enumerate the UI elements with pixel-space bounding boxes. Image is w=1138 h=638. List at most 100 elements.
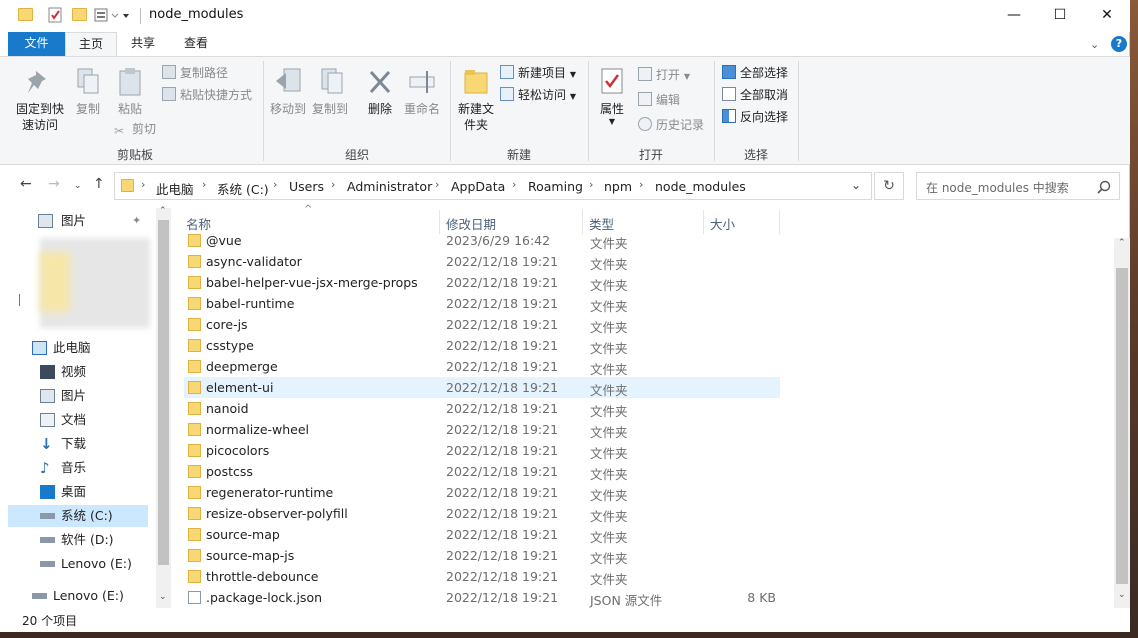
column-divider[interactable] — [582, 210, 583, 234]
back-button[interactable]: ← — [20, 176, 32, 192]
nav-item-music[interactable]: ♪ 音乐 — [8, 457, 148, 479]
refresh-button[interactable]: ↻ — [874, 172, 904, 200]
search-input[interactable]: 在 node_modules 中搜索 — [926, 179, 1069, 196]
minimize-button[interactable]: — — [991, 0, 1037, 32]
file-row[interactable]: throttle-debounce 2022/12/18 19:21 文件夹 — [184, 566, 780, 587]
scroll-up-icon[interactable]: ⌃ — [159, 206, 167, 216]
rename-button[interactable]: 重命名 — [402, 67, 442, 117]
history-button[interactable]: 历史记录 — [638, 115, 704, 135]
file-row[interactable]: picocolors 2022/12/18 19:21 文件夹 — [184, 440, 780, 461]
invert-selection-button[interactable]: 反向选择 — [722, 107, 788, 127]
open-button[interactable]: 打开 ▼ — [638, 65, 690, 85]
scroll-down-icon[interactable]: ⌄ — [159, 592, 167, 602]
breadcrumb-this-pc[interactable]: 此电脑 — [156, 179, 194, 198]
breadcrumb-appdata[interactable]: AppData — [451, 179, 505, 194]
breadcrumb-users[interactable]: Users — [289, 179, 324, 194]
list-scroll-thumb[interactable] — [1116, 268, 1128, 584]
column-header-name[interactable]: 名称 — [186, 214, 211, 233]
file-row[interactable]: deepmerge 2022/12/18 19:21 文件夹 — [184, 356, 780, 377]
nav-item-this-pc[interactable]: 此电脑 — [8, 337, 148, 359]
column-divider[interactable] — [779, 210, 780, 234]
easy-access-button[interactable]: 轻松访问 ▼ — [500, 85, 576, 105]
pin-quick-access-button[interactable]: 固定到快速访问 — [12, 67, 68, 133]
file-row[interactable]: nanoid 2022/12/18 19:21 文件夹 — [184, 398, 780, 419]
file-row[interactable]: csstype 2022/12/18 19:21 文件夹 — [184, 335, 780, 356]
nav-item-drive-e-network[interactable]: Lenovo (E:) — [8, 585, 148, 607]
breadcrumb-npm[interactable]: npm — [604, 179, 632, 194]
nav-item-pictures[interactable]: 图片 — [8, 385, 148, 407]
delete-button[interactable]: 删除 — [362, 67, 398, 117]
file-row[interactable]: .package-lock.json 2022/12/18 19:21 JSON 源… — [184, 587, 780, 608]
select-all-button[interactable]: 全部选择 — [722, 63, 788, 83]
nav-scrollbar[interactable]: ⌃ ⌄ — [156, 206, 171, 608]
file-row[interactable]: element-ui 2022/12/18 19:21 文件夹 — [184, 377, 780, 398]
column-divider[interactable] — [439, 210, 440, 234]
copy-path-button[interactable]: 复制路径 — [162, 63, 228, 83]
address-bar[interactable]: › 此电脑 › 系统 (C:) › Users › Administrator … — [114, 172, 872, 200]
list-scrollbar[interactable]: ⌃ ⌄ — [1114, 238, 1130, 608]
breadcrumb-administrator[interactable]: Administrator — [347, 179, 432, 194]
up-button[interactable]: ↑ — [93, 176, 105, 192]
nav-item-videos[interactable]: 视频 — [8, 361, 148, 383]
column-header-type[interactable]: 类型 — [589, 214, 614, 233]
move-to-button[interactable]: 移动到 — [268, 67, 308, 117]
nav-item-desktop[interactable]: 桌面 — [8, 481, 148, 503]
tab-share[interactable]: 共享 — [118, 32, 168, 56]
edit-button[interactable]: 编辑 — [638, 90, 680, 110]
column-header-size[interactable]: 大小 — [710, 214, 735, 233]
nav-item-documents[interactable]: 文档 — [8, 409, 148, 431]
pin-icon[interactable]: ✦ — [132, 210, 141, 232]
file-row[interactable]: source-map-js 2022/12/18 19:21 文件夹 — [184, 545, 780, 566]
file-row[interactable]: postcss 2022/12/18 19:21 文件夹 — [184, 461, 780, 482]
nav-scroll-thumb[interactable] — [158, 220, 169, 565]
file-row[interactable]: babel-helper-vue-jsx-merge-props 2022/12/… — [184, 272, 780, 293]
nav-item-drive-d[interactable]: 软件 (D:) — [8, 529, 148, 551]
file-type: 文件夹 — [590, 278, 628, 293]
file-row[interactable]: resize-observer-polyfill 2022/12/18 19:21… — [184, 503, 780, 524]
breadcrumb-drive-c[interactable]: 系统 (C:) — [217, 179, 269, 198]
column-divider[interactable] — [703, 210, 704, 234]
properties-label: 属性 — [599, 102, 624, 116]
file-name: .package-lock.json — [206, 590, 323, 605]
nav-item-drive-c[interactable]: 系统 (C:) — [8, 505, 148, 527]
copy-to-button[interactable]: 复制到 — [310, 67, 350, 117]
nav-item-drive-e[interactable]: Lenovo (E:) — [8, 553, 148, 575]
nav-item-pictures-pinned[interactable]: 图片 ✦ — [8, 210, 148, 232]
forward-button[interactable]: → — [48, 176, 60, 192]
address-dropdown-icon[interactable]: ⌄ — [851, 178, 861, 192]
tab-file[interactable]: 文件 — [8, 32, 65, 56]
new-folder-button[interactable]: 新建文件夹 — [454, 67, 498, 133]
file-row[interactable]: core-js 2022/12/18 19:21 文件夹 — [184, 314, 780, 335]
breadcrumb-node-modules[interactable]: node_modules — [655, 179, 746, 194]
customize-quick-access-icon[interactable] — [94, 7, 130, 26]
file-row[interactable]: regenerator-runtime 2022/12/18 19:21 文件夹 — [184, 482, 780, 503]
tab-view[interactable]: 查看 — [170, 32, 222, 56]
collapse-ribbon-icon[interactable]: ⌄ — [1090, 38, 1099, 51]
properties-button[interactable]: 属性 ▼ — [594, 67, 630, 127]
cut-button[interactable]: ✂ 剪切 — [114, 119, 156, 139]
paste-shortcut-button[interactable]: 粘贴快捷方式 — [162, 85, 252, 105]
new-item-button[interactable]: 新建项目 ▼ — [500, 63, 576, 83]
search-box[interactable]: 在 node_modules 中搜索 — [916, 172, 1120, 200]
paste-button[interactable]: 粘贴 — [110, 67, 150, 117]
help-icon[interactable]: ? — [1111, 36, 1127, 52]
properties-quick-icon[interactable] — [47, 7, 63, 26]
new-folder-quick-icon[interactable] — [72, 8, 87, 21]
scroll-up-icon[interactable]: ⌃ — [1118, 238, 1126, 248]
close-button[interactable]: ✕ — [1084, 0, 1130, 32]
file-row[interactable]: async-validator 2022/12/18 19:21 文件夹 — [184, 251, 780, 272]
file-row[interactable]: source-map 2022/12/18 19:21 文件夹 — [184, 524, 780, 545]
breadcrumb-roaming[interactable]: Roaming — [528, 179, 583, 194]
tab-home[interactable]: 主页 — [65, 32, 117, 56]
recent-locations-icon[interactable]: ⌄ — [74, 181, 82, 191]
nav-item-downloads[interactable]: ↓ 下载 — [8, 433, 148, 455]
scroll-down-icon[interactable]: ⌄ — [1118, 590, 1126, 600]
file-name: postcss — [206, 464, 253, 479]
file-row[interactable]: @vue 2023/6/29 16:42 文件夹 — [184, 234, 780, 251]
maximize-button[interactable]: ☐ — [1037, 0, 1083, 32]
select-none-button[interactable]: 全部取消 — [722, 85, 788, 105]
file-row[interactable]: normalize-wheel 2022/12/18 19:21 文件夹 — [184, 419, 780, 440]
column-header-date[interactable]: 修改日期 — [446, 214, 496, 233]
copy-button[interactable]: 复制 — [68, 67, 108, 117]
file-row[interactable]: babel-runtime 2022/12/18 19:21 文件夹 — [184, 293, 780, 314]
